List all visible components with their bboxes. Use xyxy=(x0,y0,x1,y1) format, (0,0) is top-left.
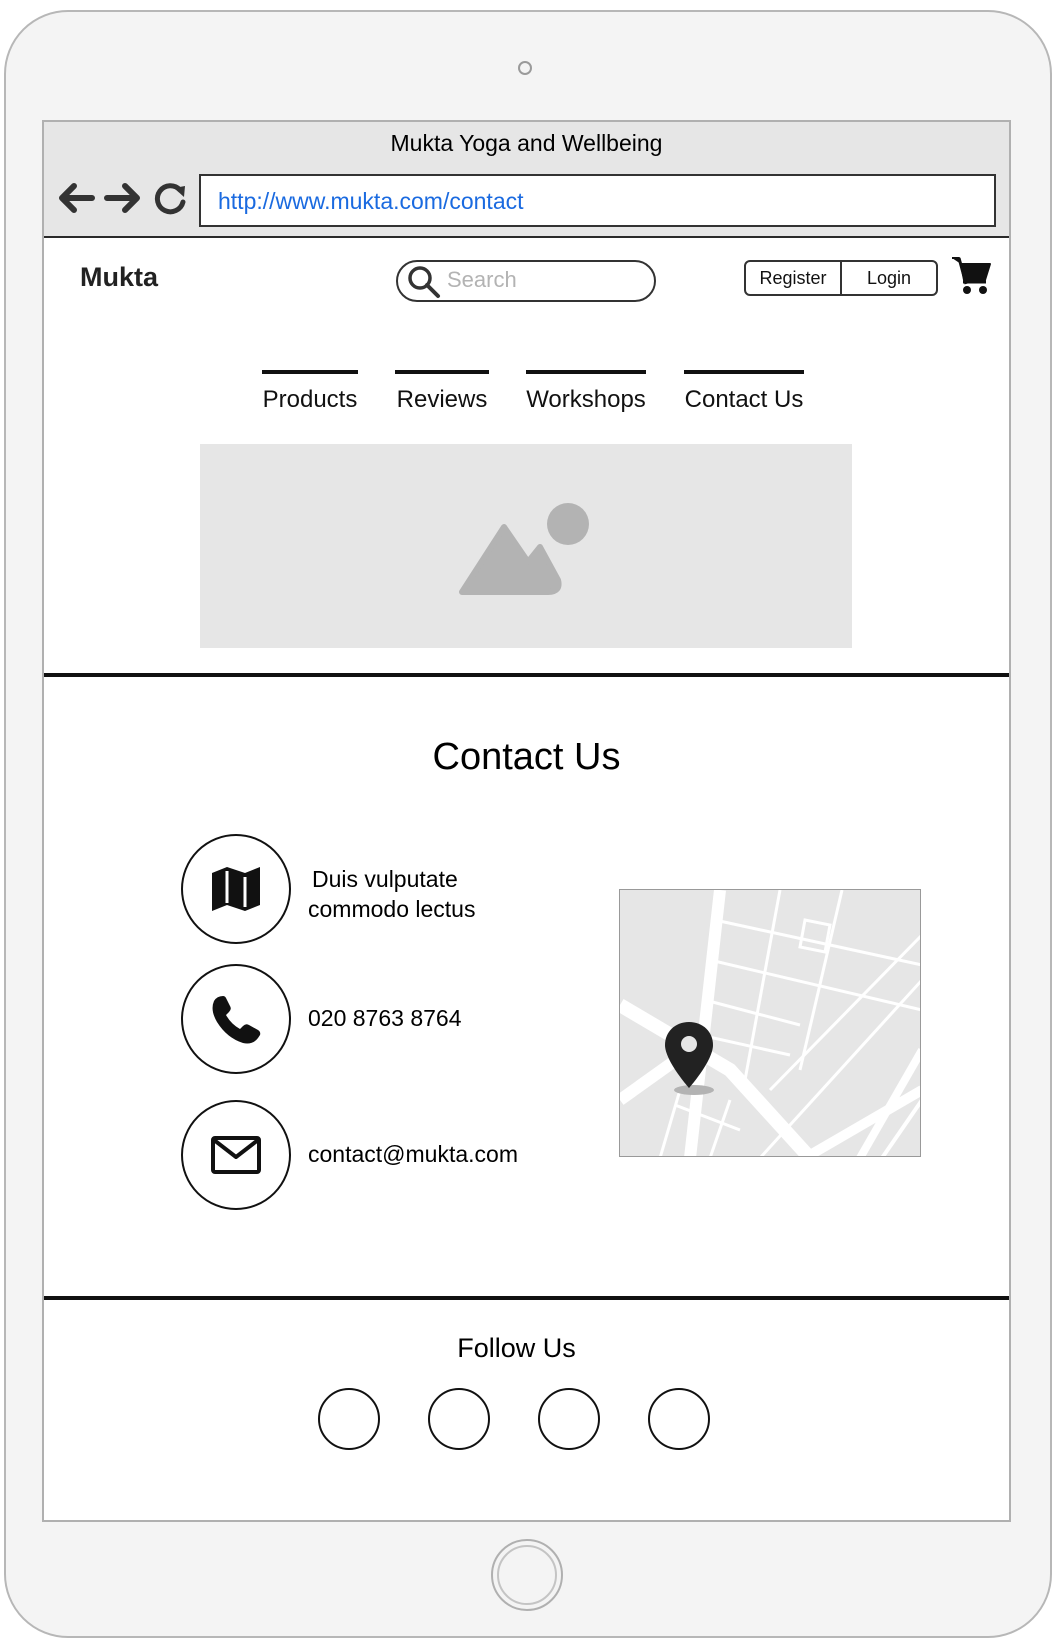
contact-heading: Contact Us xyxy=(432,736,621,778)
home-button-ring xyxy=(497,1545,557,1605)
map-pin-icon[interactable] xyxy=(662,1020,716,1096)
section-divider xyxy=(44,673,1009,677)
address-line-2: commodo lectus xyxy=(308,896,476,922)
follow-heading: Follow Us xyxy=(457,1333,576,1363)
social-link-1[interactable] xyxy=(318,1388,380,1450)
address-line-1: Duis vulputate xyxy=(312,866,458,892)
social-link-4[interactable] xyxy=(648,1388,710,1450)
social-link-3[interactable] xyxy=(538,1388,600,1450)
address-bar-url[interactable]: http://www.mukta.com/contact xyxy=(218,188,524,215)
phone-icon-circle xyxy=(181,964,291,1074)
image-placeholder-icon xyxy=(459,503,589,595)
back-arrow-icon[interactable] xyxy=(54,176,98,220)
nav-item-contact-us[interactable]: Contact Us xyxy=(684,370,804,414)
nav-item-workshops[interactable]: Workshops xyxy=(526,370,646,414)
forward-arrow-icon[interactable] xyxy=(101,176,145,220)
phone-number[interactable]: 020 8763 8764 xyxy=(308,1003,462,1033)
cart-icon[interactable] xyxy=(950,254,992,296)
camera-dot xyxy=(518,61,532,75)
window-title: Mukta Yoga and Wellbeing xyxy=(390,130,663,156)
search-icon xyxy=(408,266,440,298)
refresh-icon[interactable] xyxy=(148,176,192,220)
email-address[interactable]: contact@mukta.com xyxy=(308,1139,518,1169)
browser-screen xyxy=(42,120,1011,1522)
site-logo[interactable]: Mukta xyxy=(80,262,158,293)
register-button[interactable]: Register xyxy=(746,262,840,294)
footer-divider xyxy=(44,1296,1009,1300)
map-icon xyxy=(212,867,260,911)
mail-icon xyxy=(211,1136,261,1174)
social-link-2[interactable] xyxy=(428,1388,490,1450)
nav-item-products[interactable]: Products xyxy=(262,370,358,414)
location-map[interactable] xyxy=(619,889,921,1157)
auth-buttons: Register Login xyxy=(744,260,938,296)
email-icon-circle xyxy=(181,1100,291,1210)
hero-image xyxy=(200,444,852,648)
nav-item-reviews[interactable]: Reviews xyxy=(395,370,489,414)
address-icon-circle xyxy=(181,834,291,944)
phone-icon xyxy=(212,996,261,1044)
search-placeholder: Search xyxy=(447,267,517,292)
login-button[interactable]: Login xyxy=(840,262,936,294)
